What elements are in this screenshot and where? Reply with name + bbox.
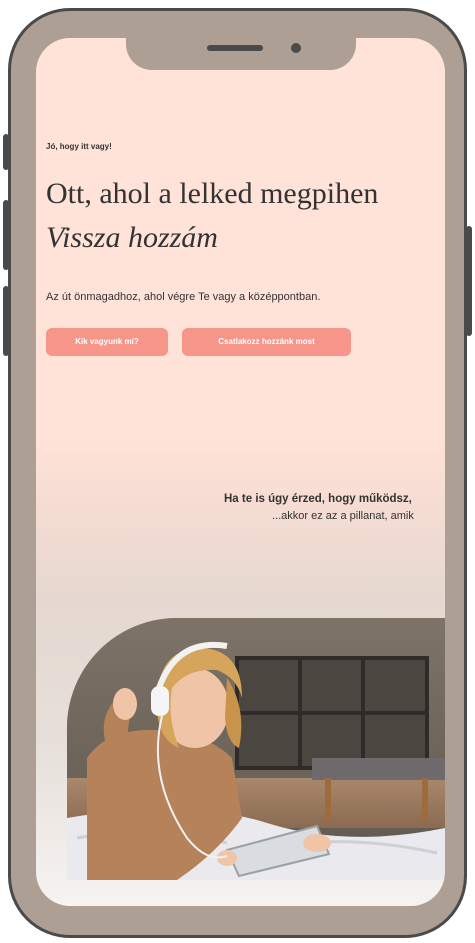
phone-side-button xyxy=(3,200,9,270)
phone-side-button xyxy=(466,226,472,336)
join-now-button[interactable]: Csatlakozz hozzánk most xyxy=(182,328,351,356)
tagline-text: Az út önmagadhoz, ahol végre Te vagy a k… xyxy=(46,291,321,303)
page-subtitle: Vissza hozzám xyxy=(46,221,218,254)
intro-heading: Ha te is úgy érzed, hogy működsz, xyxy=(224,493,412,505)
intro-subtext: ...akkor ez az a pillanat, amik xyxy=(272,510,414,522)
speaker-icon xyxy=(207,45,263,51)
woman-with-headphones-photo xyxy=(67,618,445,880)
phone-notch xyxy=(126,38,356,70)
phone-side-button xyxy=(3,134,9,170)
about-us-button[interactable]: Kik vagyunk mi? xyxy=(46,328,168,356)
page-title: Ott, ahol a lelked megpihen xyxy=(46,177,379,210)
eyebrow-text: Jó, hogy itt vagy! xyxy=(46,142,112,151)
phone-side-button xyxy=(3,286,9,356)
camera-icon xyxy=(291,43,301,53)
phone-screen: Jó, hogy itt vagy! Ott, ahol a lelked me… xyxy=(36,38,445,906)
